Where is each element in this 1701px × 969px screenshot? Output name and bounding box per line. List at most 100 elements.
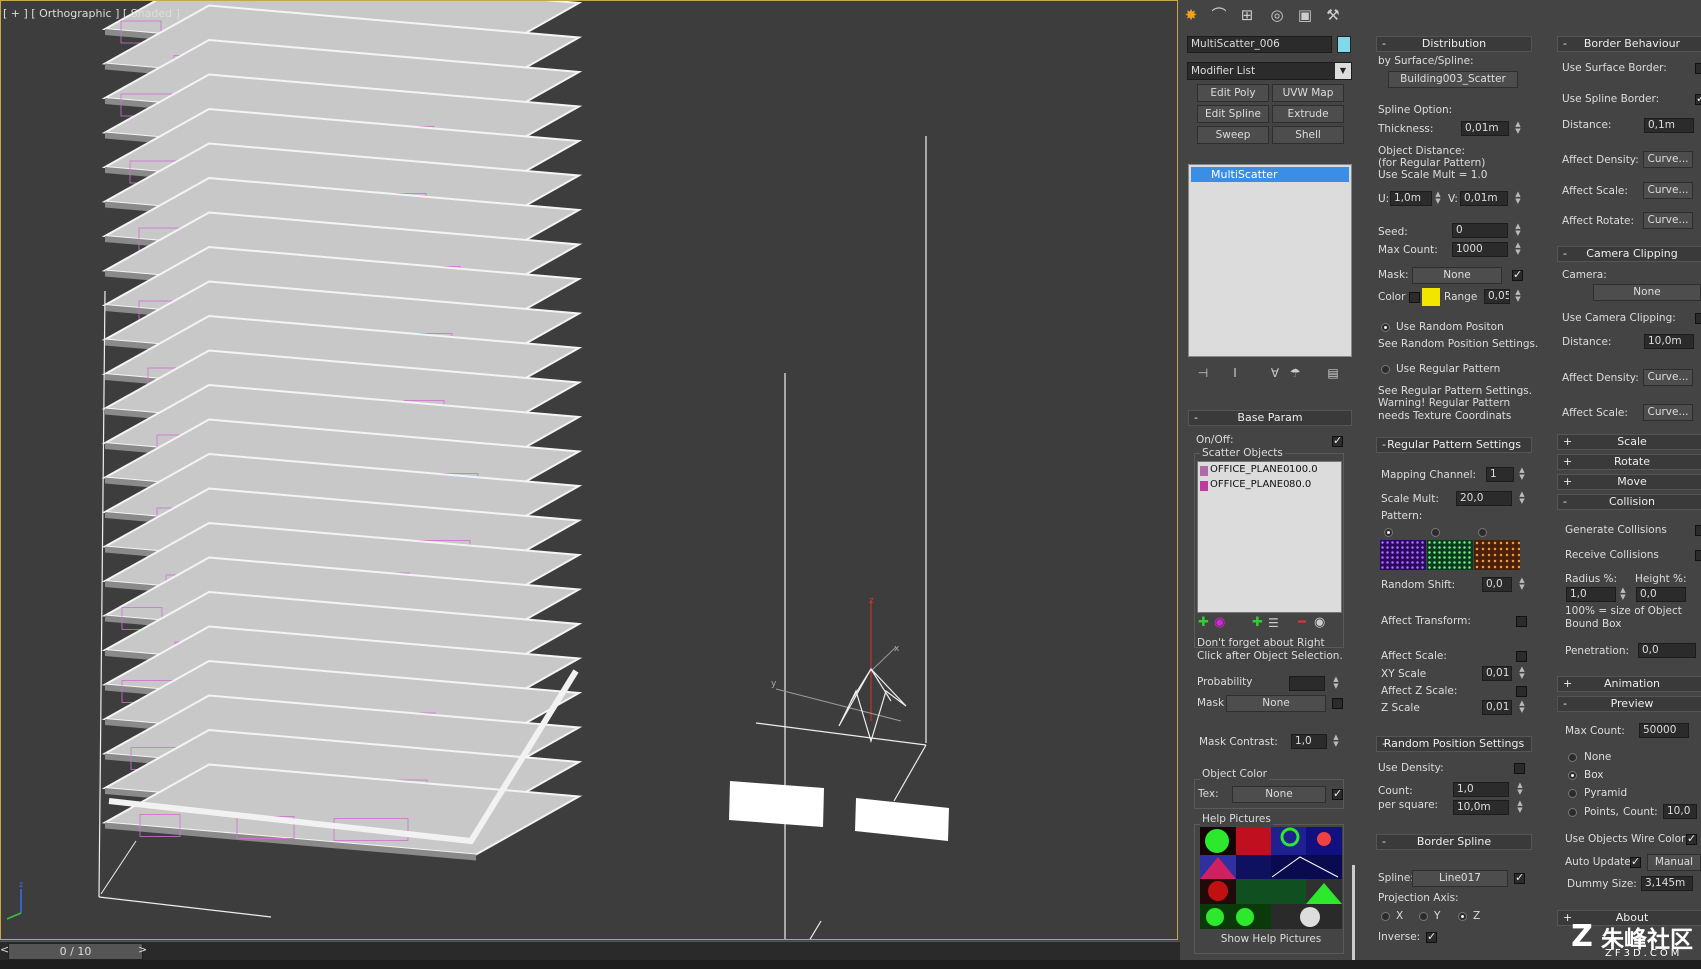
configure-sets-icon[interactable]: ▤ bbox=[1322, 362, 1344, 384]
z-scale-field[interactable]: 0,01 bbox=[1482, 700, 1512, 715]
pattern-swatch-3[interactable] bbox=[1474, 540, 1520, 570]
per-square-spinner[interactable]: ▲ ▼ bbox=[1516, 800, 1524, 815]
tex-button[interactable]: None bbox=[1232, 786, 1326, 803]
thickness-field[interactable]: 0,01m bbox=[1461, 121, 1509, 136]
max-count-spinner[interactable]: ▲ ▼ bbox=[1514, 242, 1522, 257]
move-rollout[interactable]: + Move bbox=[1557, 474, 1701, 490]
count-spinner[interactable]: ▲ ▼ bbox=[1516, 782, 1524, 797]
pin-stack-icon[interactable]: ⊣ bbox=[1192, 362, 1214, 384]
border-spline-rollout[interactable]: - Border Spline bbox=[1376, 834, 1532, 850]
remove-pick-icon[interactable]: ◉ bbox=[1314, 616, 1325, 630]
generate-collisions-checkbox[interactable] bbox=[1695, 525, 1701, 536]
affect-z-scale-checkbox[interactable] bbox=[1516, 686, 1527, 697]
camera-distance-field[interactable]: 10,0m bbox=[1644, 334, 1694, 349]
u-spinner[interactable]: ▲ ▼ bbox=[1434, 191, 1442, 206]
display-tab-icon[interactable]: ▣ bbox=[1294, 4, 1316, 26]
spline-checkbox[interactable] bbox=[1514, 871, 1525, 884]
random-position-rollout[interactable]: - Random Position Settings bbox=[1376, 736, 1532, 752]
animation-rollout[interactable]: + Animation bbox=[1557, 676, 1701, 692]
distance-field[interactable]: 0,1m bbox=[1644, 118, 1694, 133]
timeline-next[interactable]: > bbox=[138, 943, 147, 956]
range-spinner[interactable]: ▲ ▼ bbox=[1514, 289, 1522, 304]
affect-transform-checkbox[interactable] bbox=[1516, 616, 1527, 627]
use-spline-border-checkbox[interactable] bbox=[1695, 92, 1701, 105]
xy-scale-spinner[interactable]: ▲ ▼ bbox=[1518, 666, 1526, 681]
object-name-field[interactable]: MultiScatter_006 bbox=[1187, 36, 1332, 53]
affect-scale-curve-button[interactable]: Curve... bbox=[1643, 182, 1693, 199]
z-scale-spinner[interactable]: ▲ ▼ bbox=[1518, 700, 1526, 715]
mask-checkbox[interactable] bbox=[1332, 698, 1343, 709]
utilities-tab-icon[interactable]: ⚒ bbox=[1322, 4, 1344, 26]
receive-collisions-checkbox[interactable] bbox=[1695, 550, 1701, 561]
panel-scrollbar[interactable] bbox=[1352, 865, 1355, 960]
distribution-rollout[interactable]: - Distribution bbox=[1376, 36, 1532, 52]
probability-field[interactable] bbox=[1289, 676, 1325, 691]
manual-update-button[interactable]: Manual bbox=[1647, 854, 1701, 871]
list-icon[interactable]: ☰ bbox=[1268, 616, 1279, 630]
use-density-checkbox[interactable] bbox=[1514, 763, 1525, 774]
help-pictures-thumbnail[interactable] bbox=[1200, 827, 1342, 929]
surface-pick-button[interactable]: Building003_Scatter bbox=[1388, 71, 1518, 88]
shell-button[interactable]: Shell bbox=[1272, 126, 1344, 144]
mapping-channel-field[interactable]: 1 bbox=[1486, 467, 1514, 482]
collision-rollout[interactable]: - Collision bbox=[1557, 494, 1701, 510]
radius-field[interactable]: 1,0 bbox=[1566, 587, 1616, 602]
pattern-swatch-2[interactable] bbox=[1427, 540, 1473, 570]
scale-rollout[interactable]: + Scale bbox=[1557, 434, 1701, 450]
pattern-radio-2[interactable] bbox=[1431, 528, 1440, 537]
seed-field[interactable]: 0 bbox=[1452, 223, 1508, 238]
mask-button[interactable]: None bbox=[1412, 267, 1502, 284]
probability-spinner[interactable]: ▲ ▼ bbox=[1332, 676, 1340, 691]
mask-button[interactable]: None bbox=[1226, 695, 1326, 712]
remove-object-icon[interactable]: ━ bbox=[1298, 616, 1306, 630]
seed-spinner[interactable]: ▲ ▼ bbox=[1514, 223, 1522, 238]
dummy-size-field[interactable]: 3,145m bbox=[1641, 876, 1693, 891]
create-tab-icon[interactable]: ✸ bbox=[1180, 4, 1202, 26]
penetration-field[interactable]: 0,0 bbox=[1638, 643, 1696, 658]
camera-clipping-rollout[interactable]: - Camera Clipping bbox=[1557, 246, 1701, 262]
border-behaviour-rollout[interactable]: - Border Behaviour bbox=[1557, 36, 1701, 52]
pick-object-icon[interactable]: ◉ bbox=[1214, 616, 1225, 630]
xy-scale-field[interactable]: 0,01 bbox=[1482, 666, 1512, 681]
axis-y-radio[interactable] bbox=[1419, 912, 1428, 921]
color-checkbox[interactable] bbox=[1409, 292, 1420, 303]
chevron-down-icon[interactable]: ▼ bbox=[1335, 63, 1351, 79]
height-field[interactable]: 0,0 bbox=[1636, 587, 1686, 602]
on-off-checkbox[interactable] bbox=[1332, 434, 1343, 447]
v-spinner[interactable]: ▲ ▼ bbox=[1514, 191, 1522, 206]
pattern-radio-1[interactable] bbox=[1384, 528, 1393, 537]
motion-tab-icon[interactable]: ◎ bbox=[1266, 4, 1288, 26]
random-shift-field[interactable]: 0,0 bbox=[1482, 577, 1512, 592]
preview-rollout[interactable]: - Preview bbox=[1557, 696, 1701, 712]
spline-pick-button[interactable]: Line017 bbox=[1412, 870, 1508, 887]
make-unique-icon[interactable]: ∀ bbox=[1264, 362, 1286, 384]
preview-none-radio[interactable] bbox=[1568, 753, 1577, 762]
camera-affect-scale-curve-button[interactable]: Curve... bbox=[1643, 404, 1693, 421]
mask-contrast-spinner[interactable]: ▲ ▼ bbox=[1332, 734, 1340, 749]
mask-contrast-field[interactable]: 1,0 bbox=[1291, 734, 1327, 749]
modify-tab-icon[interactable]: ⌒ bbox=[1208, 4, 1230, 26]
count-field[interactable]: 1,0 bbox=[1453, 782, 1509, 797]
stack-item-multiscatter[interactable]: MultiScatter bbox=[1191, 167, 1349, 182]
use-surface-border-checkbox[interactable] bbox=[1695, 63, 1701, 74]
regular-pattern-rollout[interactable]: - Regular Pattern Settings bbox=[1376, 437, 1532, 453]
radius-spinner[interactable]: ▲ ▼ bbox=[1619, 587, 1627, 602]
thickness-spinner[interactable]: ▲ ▼ bbox=[1514, 121, 1522, 136]
per-square-field[interactable]: 10,0m bbox=[1453, 800, 1509, 815]
use-random-radio[interactable] bbox=[1381, 323, 1390, 332]
edit-poly-button[interactable]: Edit Poly bbox=[1197, 84, 1269, 102]
uvw-map-button[interactable]: UVW Map bbox=[1272, 84, 1344, 102]
modifier-stack[interactable]: MultiScatter bbox=[1188, 164, 1352, 357]
sweep-button[interactable]: Sweep bbox=[1197, 126, 1269, 144]
preview-count-field[interactable]: 10,0 bbox=[1663, 804, 1697, 819]
scale-mult-spinner[interactable]: ▲ ▼ bbox=[1518, 491, 1526, 506]
affect-rotate-curve-button[interactable]: Curve... bbox=[1643, 212, 1693, 229]
inverse-checkbox[interactable] bbox=[1426, 930, 1437, 943]
show-help-pictures-button[interactable]: Show Help Pictures bbox=[1200, 933, 1342, 945]
preview-pyramid-radio[interactable] bbox=[1568, 789, 1577, 798]
preview-box-radio[interactable] bbox=[1568, 771, 1577, 780]
viewport[interactable]: z y x z [ + ] [ Orthographic ] [ Shaded … bbox=[0, 0, 1178, 940]
random-shift-spinner[interactable]: ▲ ▼ bbox=[1518, 577, 1526, 592]
tex-checkbox[interactable] bbox=[1332, 787, 1343, 800]
pattern-swatch-1[interactable] bbox=[1380, 540, 1426, 570]
